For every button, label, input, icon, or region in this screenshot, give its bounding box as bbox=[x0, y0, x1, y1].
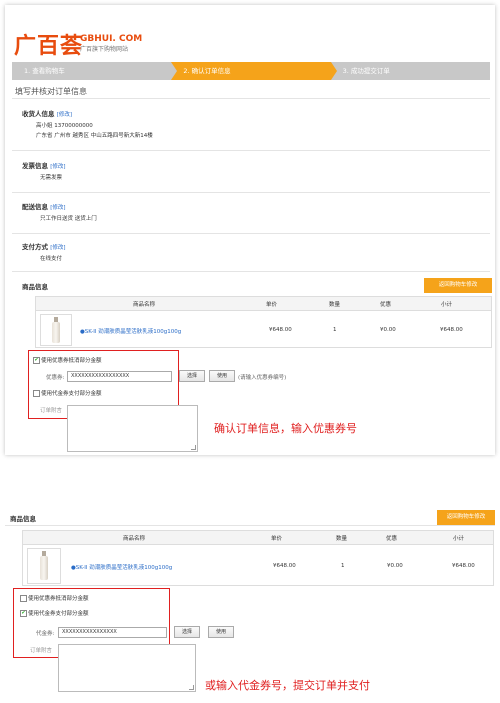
payment-edit-link[interactable]: [修改] bbox=[50, 245, 65, 251]
divider bbox=[12, 271, 490, 272]
goods-table: 商品名称 单价 数量 优惠 小计 ●SK-II 劲潮肤质晶莹活肤乳液100g10… bbox=[35, 296, 492, 348]
goods-table-header: 商品名称 单价 数量 优惠 小计 bbox=[23, 531, 493, 545]
divider bbox=[12, 192, 490, 193]
coupon-input[interactable]: XXXXXXXXXXXXXXXXX bbox=[67, 371, 172, 382]
delivery-edit-link[interactable]: [修改] bbox=[50, 205, 65, 211]
invoice-heading: 发票信息 [修改] bbox=[22, 162, 66, 170]
table-row: ●SK-II 劲潮肤质晶莹活肤乳液100g100g ¥648.00 1 ¥0.0… bbox=[23, 545, 493, 585]
divider bbox=[12, 150, 490, 151]
goods-heading: 商品信息 bbox=[22, 283, 48, 291]
payment-heading: 支付方式 [修改] bbox=[22, 243, 66, 251]
col-qty: 数量 bbox=[336, 536, 348, 542]
product-subtotal: ¥648.00 bbox=[440, 327, 463, 333]
product-image[interactable] bbox=[27, 548, 61, 584]
voucher-checkbox[interactable] bbox=[33, 390, 40, 397]
coupon-checkbox-label: 使用优惠券抵消部分金额 bbox=[41, 358, 102, 364]
remark-label: 订单附言 bbox=[40, 408, 63, 414]
voucher-checkbox-2[interactable]: ✔ bbox=[20, 610, 27, 617]
product-name-link[interactable]: ●SK-II 劲潮肤质晶莹活肤乳液100g100g bbox=[80, 327, 181, 335]
col-name: 商品名称 bbox=[123, 536, 146, 542]
product-name-link[interactable]: ●SK-II 劲潮肤质晶莹活肤乳液100g100g bbox=[71, 563, 172, 571]
col-price: 单价 bbox=[266, 302, 278, 308]
step-submit: 3. 成功提交订单 bbox=[330, 62, 490, 80]
coupon-hint: (请输入优惠券编号) bbox=[238, 375, 287, 381]
logo-brand-cn: 广百荟 bbox=[14, 33, 84, 59]
voucher-select-button[interactable]: 选择 bbox=[174, 626, 200, 638]
col-qty: 数量 bbox=[329, 302, 341, 308]
consignee-name-phone: 高小姐 13700000000 bbox=[36, 123, 93, 129]
col-name: 商品名称 bbox=[133, 302, 156, 308]
coupon-checkbox[interactable]: ✔ bbox=[33, 357, 40, 364]
product-discount: ¥0.00 bbox=[387, 563, 403, 569]
product-price: ¥648.00 bbox=[273, 563, 296, 569]
remark-label-2: 订单附言 bbox=[30, 648, 53, 654]
product-qty: 1 bbox=[333, 327, 337, 333]
goods-heading-2: 商品信息 bbox=[10, 515, 36, 523]
coupon-checkbox-2[interactable] bbox=[20, 595, 27, 602]
col-price: 单价 bbox=[271, 536, 283, 542]
voucher-checkbox-label: 使用代金券支付部分金额 bbox=[41, 391, 102, 397]
invoice-edit-link[interactable]: [修改] bbox=[50, 164, 65, 170]
step-cart: 1. 查看购物车 bbox=[12, 62, 178, 80]
back-to-cart-button-2[interactable]: 返回购物车修改 bbox=[437, 510, 495, 525]
consignee-heading: 收货人信息 [修改] bbox=[22, 110, 73, 118]
checkout-steps: 1. 查看购物车 2. 确认订单信息 3. 成功提交订单 bbox=[12, 62, 490, 80]
voucher-use-button[interactable]: 使用 bbox=[208, 626, 234, 638]
divider bbox=[12, 233, 490, 234]
goods-table-header: 商品名称 单价 数量 优惠 小计 bbox=[36, 297, 491, 311]
table-row: ●SK-II 劲潮肤质晶莹活肤乳液100g100g ¥648.00 1 ¥0.0… bbox=[36, 311, 491, 347]
page-title: 填写并核对订单信息 bbox=[15, 87, 87, 96]
product-qty: 1 bbox=[341, 563, 345, 569]
goods-table-2: 商品名称 单价 数量 优惠 小计 ●SK-II 劲潮肤质晶莹活肤乳液100g10… bbox=[22, 530, 494, 586]
coupon-use-button[interactable]: 使用 bbox=[209, 370, 235, 382]
annotation-1: 确认订单信息，输入优惠券号 bbox=[214, 422, 357, 435]
product-price: ¥648.00 bbox=[269, 327, 292, 333]
annotation-2: 或输入代金券号，提交订单并支付 bbox=[205, 679, 370, 692]
remark-textarea[interactable] bbox=[67, 405, 198, 452]
product-discount: ¥0.00 bbox=[380, 327, 396, 333]
col-discount: 优惠 bbox=[386, 536, 398, 542]
invoice-value: 无需发票 bbox=[40, 175, 63, 181]
logo[interactable]: 广百荟 bbox=[14, 28, 83, 60]
coupon-label: 优惠券: bbox=[46, 375, 65, 381]
consignee-address: 广东省 广州市 越秀区 中山五路四号新大新14楼 bbox=[36, 133, 153, 139]
voucher-input[interactable]: XXXXXXXXXXXXXXXX bbox=[58, 627, 167, 638]
divider bbox=[5, 525, 495, 526]
consignee-edit-link[interactable]: [修改] bbox=[57, 112, 72, 118]
remark-textarea-2[interactable] bbox=[58, 644, 196, 692]
logo-tagline: 广百旗下购物网站 bbox=[80, 46, 129, 53]
step-confirm: 2. 确认订单信息 bbox=[171, 62, 337, 80]
delivery-heading: 配送信息 [修改] bbox=[22, 203, 66, 211]
product-subtotal: ¥648.00 bbox=[452, 563, 475, 569]
payment-value: 在线支付 bbox=[40, 256, 63, 262]
col-discount: 优惠 bbox=[380, 302, 392, 308]
delivery-value: 只工作日送货 送货上门 bbox=[40, 216, 97, 222]
coupon-checkbox-label-2: 使用优惠券抵消部分金额 bbox=[28, 596, 89, 602]
product-image[interactable] bbox=[40, 314, 72, 346]
voucher-label: 代金券: bbox=[36, 631, 55, 637]
col-subtotal: 小计 bbox=[453, 536, 465, 542]
col-subtotal: 小计 bbox=[441, 302, 453, 308]
divider bbox=[12, 98, 490, 99]
coupon-select-button[interactable]: 选择 bbox=[179, 370, 205, 382]
logo-brand-en: GBHUI. COM bbox=[80, 34, 143, 44]
back-to-cart-button[interactable]: 返回购物车修改 bbox=[424, 278, 492, 293]
voucher-checkbox-label-2: 使用代金券支付部分金额 bbox=[28, 611, 89, 617]
